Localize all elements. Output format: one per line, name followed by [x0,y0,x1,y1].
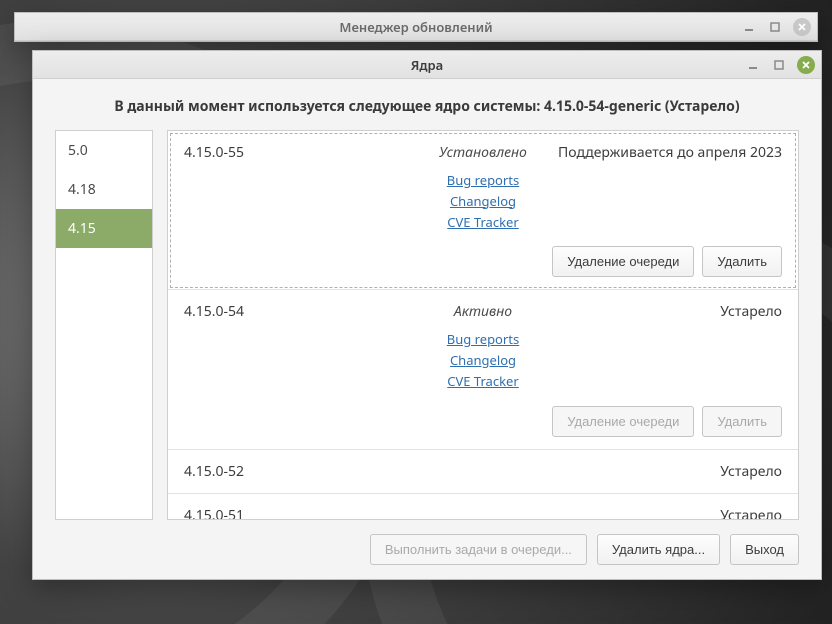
kernel-support: Устарело [720,506,782,520]
bug-reports-link[interactable]: Bug reports [184,329,782,350]
maximize-button[interactable] [771,57,787,73]
kernel-links: Bug reportsChangelogCVE Tracker [184,327,782,391]
maximize-button[interactable] [767,19,783,35]
kernel-status: Активно [454,302,512,321]
minimize-button[interactable] [745,57,761,73]
kernel-support: Устарело [512,302,782,321]
kernel-version: 4.15.0-55 [184,143,439,162]
series-item[interactable]: 4.18 [56,170,152,209]
kernels-window: Ядра В данный момент используется следую… [32,50,822,580]
run-queue-button[interactable]: Выполнить задачи в очереди... [370,534,587,565]
kernel-version: 4.15.0-51 [184,506,244,520]
remove-kernels-button[interactable]: Удалить ядра... [597,534,720,565]
kernel-links: Bug reportsChangelogCVE Tracker [184,168,782,232]
bug-reports-link[interactable]: Bug reports [184,170,782,191]
close-button[interactable] [793,18,811,36]
footer-buttons: Выполнить задачи в очереди... Удалить яд… [55,520,799,565]
exit-button[interactable]: Выход [730,534,799,565]
kernel-row[interactable]: 4.15.0-51 Устарело [168,494,798,520]
update-manager-titlebar[interactable]: Менеджер обновлений [15,13,817,41]
update-manager-title: Менеджер обновлений [339,18,492,36]
kernel-actions: Удаление очереди Удалить [184,238,782,277]
changelog-link[interactable]: Changelog [184,350,782,371]
kernel-row[interactable]: 4.15.0-52 Устарело [168,450,798,494]
kernel-support: Поддерживается до апреля 2023 [527,143,782,162]
kernel-actions: Удаление очереди Удалить [184,398,782,437]
kernel-row[interactable]: 4.15.0-55УстановленоПоддерживается до ап… [168,131,798,290]
kernel-versions-panel[interactable]: 4.15.0-55УстановленоПоддерживается до ап… [167,130,799,520]
cve-tracker-link[interactable]: CVE Tracker [184,212,782,233]
kernel-series-list: 5.04.184.15 [55,130,153,520]
changelog-link[interactable]: Changelog [184,191,782,212]
kernel-status: Установлено [439,143,527,162]
kernel-version: 4.15.0-52 [184,462,244,481]
dequeue-button[interactable]: Удаление очереди [552,246,694,277]
cve-tracker-link[interactable]: CVE Tracker [184,371,782,392]
remove-button[interactable]: Удалить [702,406,782,437]
kernel-support: Устарело [720,462,782,481]
kernel-row[interactable]: 4.15.0-54АктивноУстарело Bug reportsChang… [168,290,798,449]
dequeue-button[interactable]: Удаление очереди [552,406,694,437]
current-kernel-text: В данный момент используется следующее я… [55,97,799,116]
series-item[interactable]: 5.0 [56,131,152,170]
close-button[interactable] [797,56,815,74]
update-manager-window: Менеджер обновлений [14,12,818,42]
remove-button[interactable]: Удалить [702,246,782,277]
kernels-titlebar[interactable]: Ядра [33,51,821,79]
kernels-title: Ядра [411,56,443,74]
series-item[interactable]: 4.15 [56,209,152,248]
minimize-button[interactable] [741,19,757,35]
kernel-version: 4.15.0-54 [184,302,454,321]
